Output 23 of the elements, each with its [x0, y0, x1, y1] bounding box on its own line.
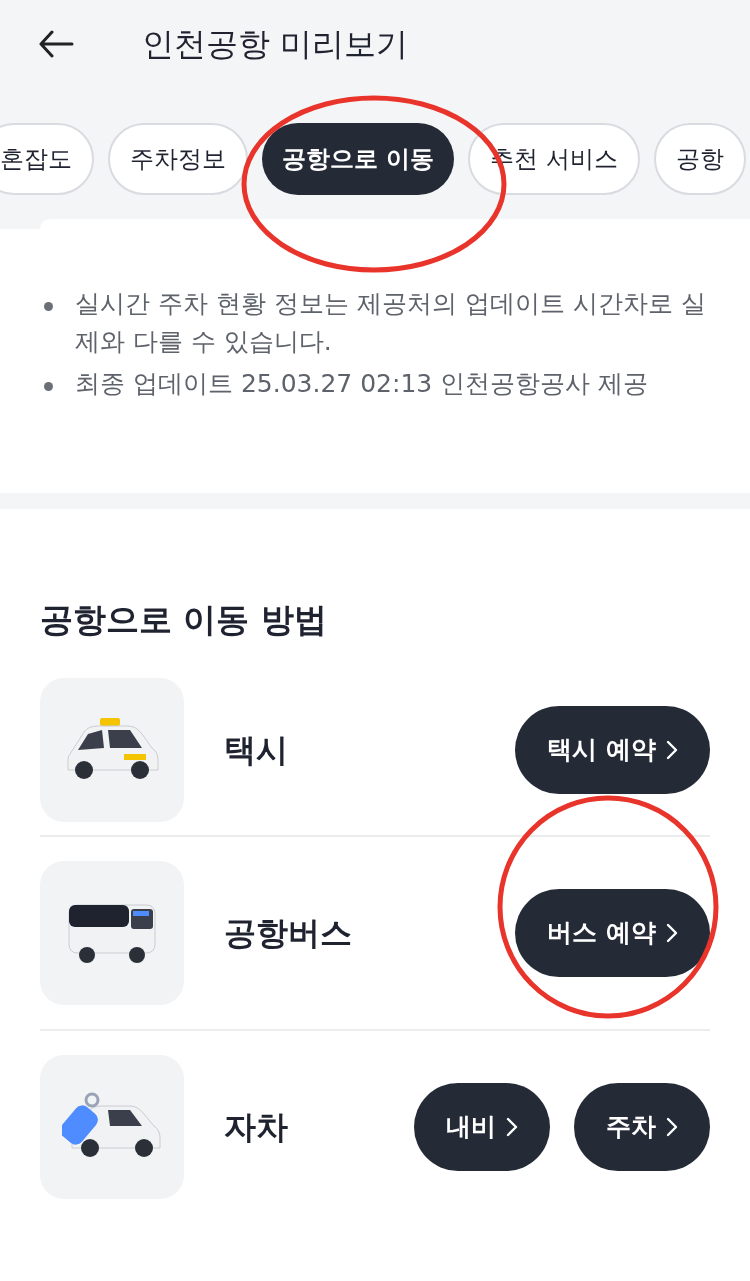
category-tab[interactable]: 공항 — [654, 123, 746, 195]
page-title: 인천공항 미리보기 — [142, 24, 409, 65]
taxi-icon — [64, 717, 160, 782]
category-tab[interactable]: 주차정보 — [108, 123, 248, 195]
method-label: 택시 — [224, 729, 289, 771]
section-title: 공항으로 이동 방법 — [40, 599, 328, 641]
action-button[interactable]: 택시 예약 — [515, 705, 710, 794]
note-text: 실시간 주차 현황 정보는 제공처의 업데이트 시간차로 실제와 다를 수 있습니다. — [75, 288, 706, 358]
chevron-right-icon — [506, 1116, 518, 1137]
action-button[interactable]: 내비 — [414, 1082, 550, 1171]
chevron-right-icon — [666, 739, 678, 760]
chevron-right-icon — [666, 922, 678, 943]
bullet-icon — [44, 382, 53, 391]
note-text: 최종 업데이트 25.03.27 02:13 인천공항공사 제공 — [75, 368, 649, 400]
back-arrow-icon — [38, 30, 74, 58]
method-label: 공항버스 — [224, 912, 353, 954]
action-button[interactable]: 주차 — [574, 1082, 710, 1171]
category-tab[interactable]: 공항으로 이동 — [262, 123, 455, 195]
category-tab[interactable]: 혼잡도 — [0, 123, 94, 195]
method-label: 자차 — [224, 1106, 289, 1148]
bullet-icon — [44, 302, 53, 311]
action-button[interactable]: 버스 예약 — [515, 888, 710, 977]
chevron-right-icon — [666, 1116, 678, 1137]
